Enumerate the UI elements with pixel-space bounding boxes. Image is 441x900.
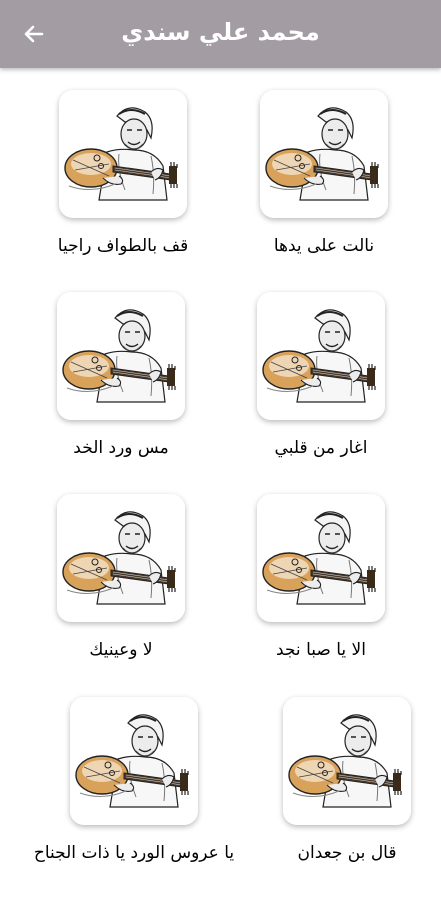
song-title-4[interactable]: مس ورد الخد [25, 438, 217, 458]
song-title-3[interactable]: اغار من قلبي [227, 438, 415, 458]
song-title-6[interactable]: لا وعينيك [25, 640, 217, 660]
song-card-5[interactable] [257, 494, 385, 622]
song-title-7[interactable]: قال بن جعدان [253, 843, 441, 863]
song-card-4[interactable] [57, 292, 185, 420]
artist-oud-image [260, 90, 388, 218]
song-title-2[interactable]: قف بالطواف راجيا [20, 236, 226, 256]
artist-oud-image [57, 494, 185, 622]
song-card-2[interactable] [59, 90, 187, 218]
artist-oud-image [70, 697, 198, 825]
page-title: محمد علي سندي [121, 18, 320, 46]
artist-oud-image [57, 292, 185, 420]
song-title-1[interactable]: نالت على يدها [230, 236, 418, 256]
artist-oud-image [257, 494, 385, 622]
song-card-8[interactable] [70, 697, 198, 825]
app-bar: محمد علي سندي [0, 0, 441, 68]
song-title-8[interactable]: يا عروس الورد يا ذات الجناح [2, 843, 266, 863]
song-card-6[interactable] [57, 494, 185, 622]
song-card-1[interactable] [260, 90, 388, 218]
artist-oud-image [59, 90, 187, 218]
song-card-7[interactable] [283, 697, 411, 825]
song-title-5[interactable]: الا يا صبا نجد [227, 640, 415, 660]
artist-oud-image [283, 697, 411, 825]
song-card-3[interactable] [257, 292, 385, 420]
artist-oud-image [257, 292, 385, 420]
